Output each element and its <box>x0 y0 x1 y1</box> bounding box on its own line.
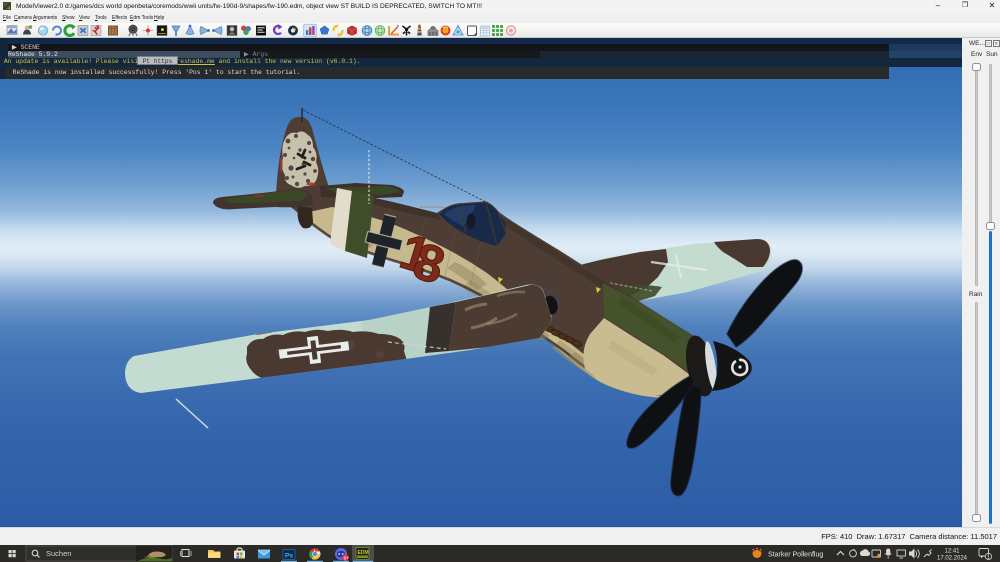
svg-text:EDM: EDM <box>358 550 369 556</box>
svg-text:12:41: 12:41 <box>944 549 960 555</box>
svg-text:1: 1 <box>987 555 990 561</box>
svg-text:Ps: Ps <box>285 552 293 559</box>
svg-text:17.02.2024: 17.02.2024 <box>937 556 968 562</box>
svg-text:Suchen: Suchen <box>46 549 71 558</box>
svg-text:Starker Pollenflug: Starker Pollenflug <box>768 551 823 558</box>
svg-text:9+: 9+ <box>344 555 350 560</box>
